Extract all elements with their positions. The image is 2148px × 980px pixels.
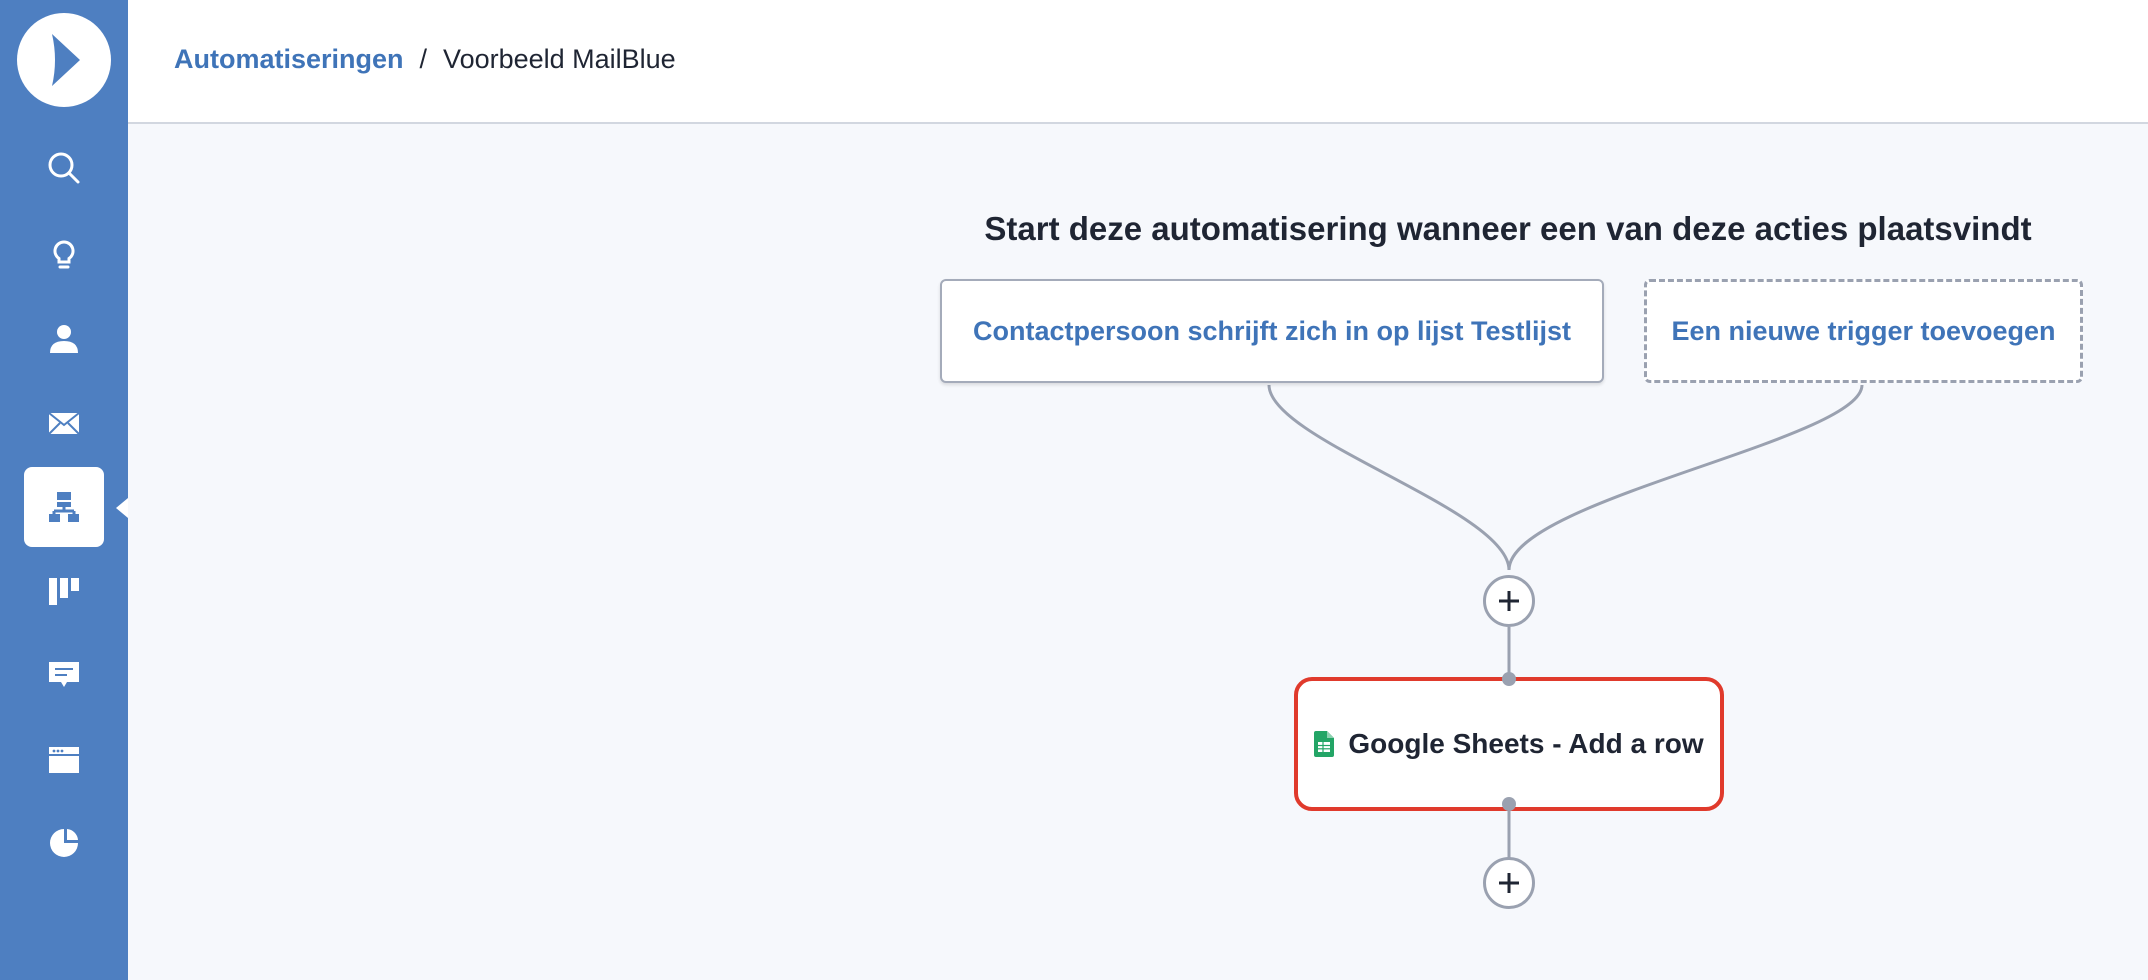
plus-icon <box>1499 873 1519 893</box>
add-trigger-button[interactable]: Een nieuwe trigger toevoegen <box>1644 279 2083 383</box>
add-step-button-bottom[interactable] <box>1483 857 1535 909</box>
google-sheets-icon <box>1314 731 1335 757</box>
connector-dot-bottom <box>1502 797 1516 811</box>
action-google-sheets[interactable]: Google Sheets - Add a row <box>1294 677 1724 811</box>
flow-connectors <box>1267 384 1864 858</box>
plus-icon <box>1499 591 1519 611</box>
connector-dot-top <box>1502 672 1516 686</box>
action-label: Google Sheets - Add a row <box>1348 728 1704 759</box>
add-step-button[interactable] <box>1483 575 1535 627</box>
trigger-list-subscribe[interactable]: Contactpersoon schrijft zich in op lijst… <box>940 279 1604 383</box>
